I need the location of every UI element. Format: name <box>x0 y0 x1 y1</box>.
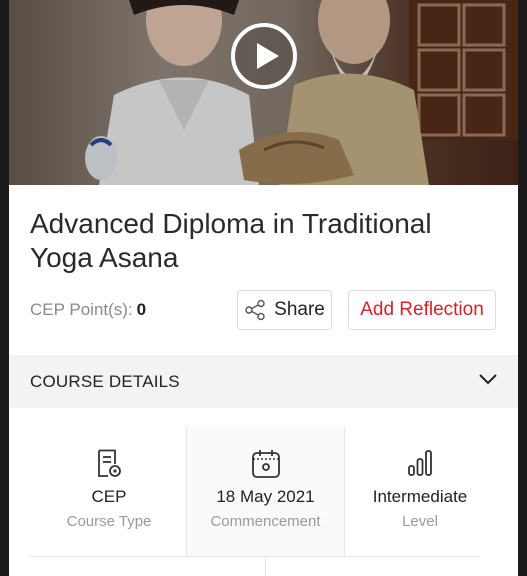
level-label: Level <box>402 513 438 530</box>
stat-course-type: CEP Course Type <box>32 427 186 557</box>
course-details-header: COURSE DETAILS <box>30 371 180 391</box>
add-reflection-button[interactable]: Add Reflection <box>348 290 496 330</box>
cep-points-value: 0 <box>136 300 147 319</box>
add-reflection-label: Add Reflection <box>360 299 484 320</box>
course-type-label: Course Type <box>66 513 152 530</box>
play-icon[interactable] <box>230 22 298 90</box>
course-details-toggle[interactable]: COURSE DETAILS <box>9 355 518 408</box>
commencement-label: Commencement <box>210 513 321 530</box>
course-video-thumbnail[interactable] <box>9 0 518 185</box>
divider <box>265 557 266 576</box>
stat-commencement: 18 May 2021 Commencement <box>186 427 345 557</box>
share-icon <box>245 299 265 321</box>
share-button[interactable]: Share <box>237 290 332 330</box>
calendar-icon <box>251 450 280 478</box>
cep-points-label: CEP Point(s): <box>30 300 133 319</box>
cep-points: CEP Point(s): 0 <box>30 300 146 320</box>
share-label: Share <box>274 299 325 320</box>
commencement-value: 18 May 2021 <box>216 487 315 506</box>
course-title: Advanced Diploma in Traditional Yoga Asa… <box>30 208 432 273</box>
bar-level-icon <box>408 450 432 476</box>
document-badge-icon <box>98 449 121 477</box>
chevron-down-icon[interactable] <box>478 372 498 386</box>
divider <box>30 556 480 557</box>
course-card: Advanced Diploma in Traditional Yoga Asa… <box>9 0 518 576</box>
course-stats: CEP Course Type 18 May 2021 Commencement… <box>9 427 518 557</box>
stat-level: Intermediate Level <box>343 427 497 557</box>
level-value: Intermediate <box>372 487 468 506</box>
course-type-value: CEP <box>91 487 127 506</box>
